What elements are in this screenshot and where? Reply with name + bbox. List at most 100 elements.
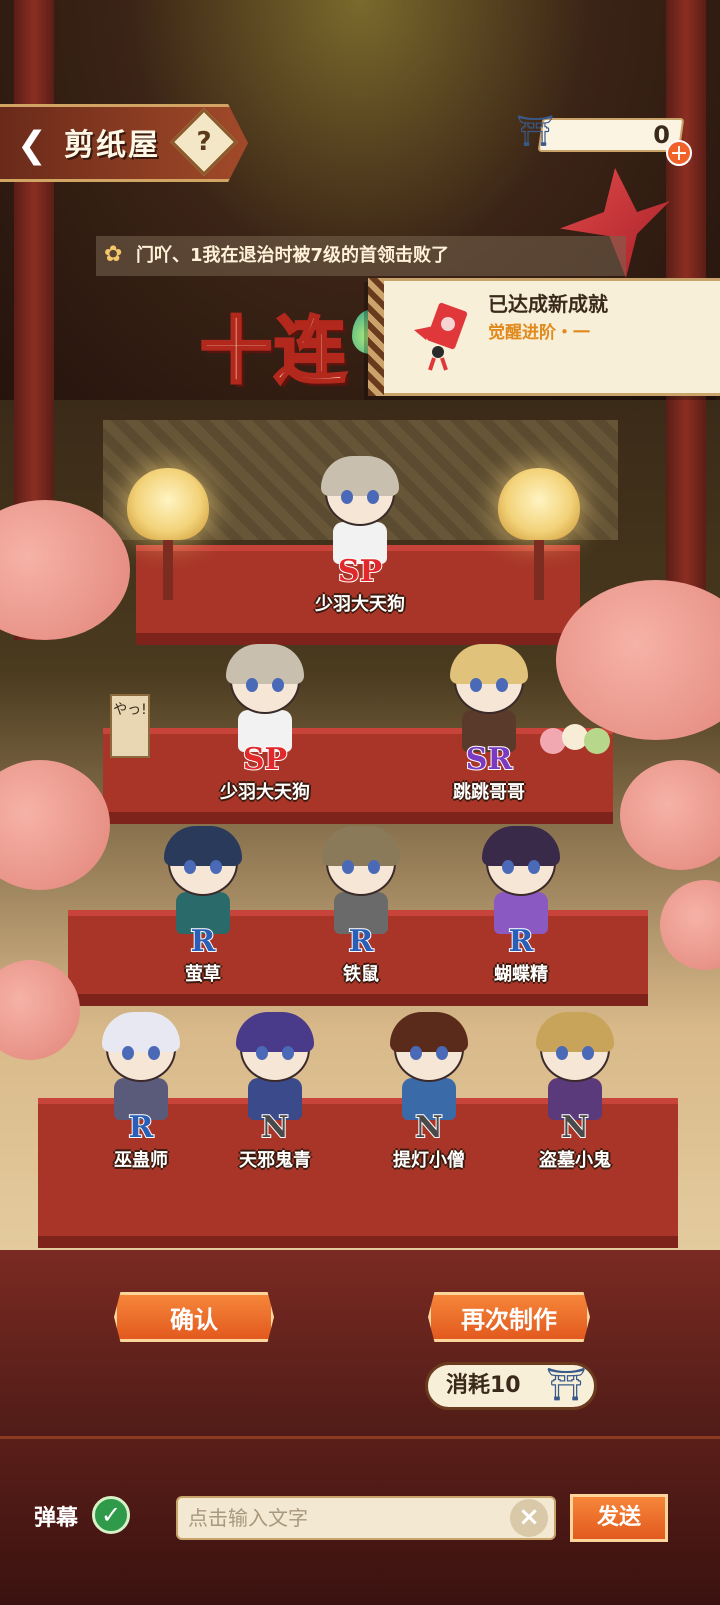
rarity-badge: N	[414, 1109, 443, 1146]
shikigami-name: 少羽大天狗	[315, 594, 405, 615]
shikigami-name: 跳跳哥哥	[453, 782, 525, 803]
figure-eye	[342, 860, 354, 874]
rarity-badge: N	[560, 1109, 589, 1146]
shikigami-name: 天邪鬼青	[239, 1150, 311, 1171]
add-currency-button[interactable]: +	[666, 140, 692, 166]
figure-hair	[322, 826, 400, 866]
shikigami-name: 萤草	[185, 964, 221, 985]
rarity-badge: R	[508, 923, 535, 960]
shikigami-card[interactable]: R 巫蛊师	[76, 1006, 206, 1176]
shikigami-figure	[232, 1012, 318, 1120]
shikigami-card[interactable]: SP 少羽大天狗	[295, 450, 425, 620]
figure-eye	[282, 1046, 294, 1060]
figure-eye	[367, 490, 379, 504]
figure-eye	[368, 860, 380, 874]
figure-eye	[496, 678, 508, 692]
toast-accent	[368, 278, 384, 396]
figure-eye	[436, 1046, 448, 1060]
clear-input-button[interactable]: ×	[510, 1499, 548, 1537]
shikigami-name: 蝴蝶精	[494, 964, 548, 985]
figure-eye	[256, 1046, 268, 1060]
shikigami-name: 少羽大天狗	[220, 782, 310, 803]
dango-green	[584, 728, 610, 754]
figure-eye	[556, 1046, 568, 1060]
shikigami-figure	[532, 1012, 618, 1120]
shikigami-figure	[98, 1012, 184, 1120]
paper-tag: やっ!	[110, 694, 150, 758]
shikigami-figure	[386, 1012, 472, 1120]
shikigami-figure	[222, 644, 308, 752]
figure-eye	[210, 860, 222, 874]
figure-hair	[164, 826, 242, 866]
shikigami-figure	[478, 826, 564, 934]
toast-title: 已达成新成就	[488, 292, 608, 316]
toast-subtitle: 觉醒进阶・一	[488, 323, 590, 343]
figure-hair	[536, 1012, 614, 1052]
figure-eye	[246, 678, 258, 692]
shikigami-card[interactable]: N 提灯小僧	[364, 1006, 494, 1176]
broadcast-ticker: ✿ 门吖、1我在退治时被7级的首领击败了	[96, 236, 626, 276]
shikigami-name: 盗墓小鬼	[539, 1150, 611, 1171]
shikigami-card[interactable]: R 铁鼠	[296, 820, 426, 990]
send-button[interactable]: 发送	[570, 1494, 668, 1542]
figure-eye	[122, 1046, 134, 1060]
shikigami-card[interactable]: R 萤草	[138, 820, 268, 990]
currency-value: 0	[653, 121, 670, 149]
shikigami-name: 巫蛊师	[114, 1150, 168, 1171]
flower-icon: ✿	[104, 242, 123, 267]
figure-hair	[321, 456, 399, 496]
rarity-badge: SP	[242, 741, 288, 778]
lantern-stand-right	[534, 540, 544, 600]
rarity-badge: R	[190, 923, 217, 960]
figure-eye	[502, 860, 514, 874]
shikigami-figure	[160, 826, 246, 934]
shikigami-card[interactable]: R 蝴蝶精	[456, 820, 586, 990]
lantern-left	[127, 468, 209, 540]
confirm-button[interactable]: 确认	[114, 1292, 274, 1342]
figure-eye	[470, 678, 482, 692]
cost-label: 消耗10	[446, 1373, 521, 1398]
rarity-badge: SR	[465, 741, 514, 778]
back-button[interactable]: ❮	[10, 124, 54, 168]
figure-eye	[148, 1046, 160, 1060]
rarity-badge: R	[348, 923, 375, 960]
close-icon: ×	[518, 1502, 540, 1532]
paper-doll-icon: ⛩	[545, 1365, 587, 1403]
shikigami-figure	[446, 644, 532, 752]
figure-eye	[582, 1046, 594, 1060]
figure-hair	[236, 1012, 314, 1052]
lantern-right	[498, 468, 580, 540]
figure-eye	[341, 490, 353, 504]
shikigami-card[interactable]: SR 跳跳哥哥	[424, 638, 554, 808]
message-input[interactable]	[176, 1496, 556, 1540]
danmu-toggle[interactable]: ✓	[92, 1496, 130, 1534]
ten-pull-banner: 十连	[198, 307, 349, 395]
ticker-text: 门吖、1我在退治时被7级的首领击败了	[136, 245, 450, 266]
shikigami-card[interactable]: N 天邪鬼青	[210, 1006, 340, 1176]
make-again-button[interactable]: 再次制作	[428, 1292, 590, 1342]
charm-icon	[414, 302, 468, 371]
figure-eye	[184, 860, 196, 874]
figure-hair	[390, 1012, 468, 1052]
shikigami-name: 提灯小僧	[393, 1150, 465, 1171]
figure-hair	[450, 644, 528, 684]
page-title: 剪纸屋	[64, 128, 160, 163]
figure-eye	[528, 860, 540, 874]
shikigami-card[interactable]: N 盗墓小鬼	[510, 1006, 640, 1176]
rarity-badge: N	[260, 1109, 289, 1146]
rarity-badge: SP	[337, 553, 383, 590]
shikigami-name: 铁鼠	[343, 964, 379, 985]
question-mark-icon: ?	[196, 127, 212, 157]
danmu-label: 弹幕	[34, 1506, 79, 1531]
figure-eye	[410, 1046, 422, 1060]
figure-eye	[272, 678, 284, 692]
figure-hair	[102, 1012, 180, 1052]
check-icon: ✓	[100, 1501, 122, 1529]
figure-hair	[226, 644, 304, 684]
rarity-badge: R	[128, 1109, 155, 1146]
chevron-left-icon: ❮	[16, 125, 48, 166]
paper-doll-icon: ⛩	[515, 114, 555, 149]
shikigami-card[interactable]: SP 少羽大天狗	[200, 638, 330, 808]
shikigami-figure	[317, 456, 403, 564]
shikigami-figure	[318, 826, 404, 934]
